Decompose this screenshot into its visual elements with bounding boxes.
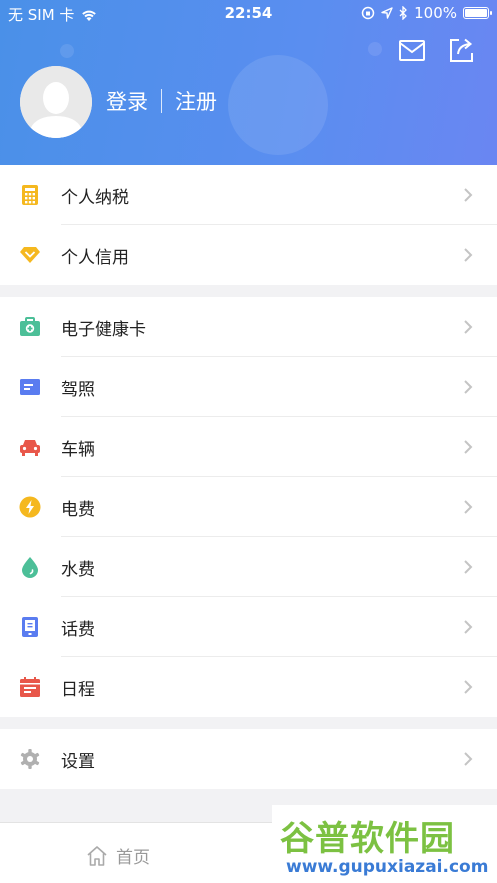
menu-item-settings[interactable]: 设置 [0, 729, 497, 789]
battery-label: 100% [414, 4, 457, 22]
menu-item-phone-bill[interactable]: 话费 [0, 597, 497, 657]
watermark-url: www.gupuxiazai.com [286, 857, 489, 877]
chevron-right-icon [464, 440, 473, 454]
location-arrow-icon [381, 7, 393, 19]
chevron-right-icon [464, 560, 473, 574]
chevron-right-icon [464, 320, 473, 334]
water-drop-icon [22, 557, 38, 578]
menu-item-credit[interactable]: 个人信用 [0, 225, 497, 285]
menu-item-label: 日程 [61, 679, 95, 700]
phone-bill-icon [22, 617, 38, 637]
chevron-right-icon [464, 752, 473, 766]
login-link[interactable]: 登录 [106, 86, 148, 116]
watermark: 谷普软件园 www.gupuxiazai.com [272, 805, 497, 883]
chevron-right-icon [464, 248, 473, 262]
auth-separator [161, 89, 162, 113]
rotation-lock-icon [361, 6, 375, 20]
car-icon [20, 440, 40, 456]
menu-item-label: 水费 [61, 559, 95, 580]
license-card-icon [20, 379, 40, 395]
avatar-silhouette-icon [20, 66, 92, 138]
share-icon[interactable] [447, 36, 475, 64]
menu-item-label: 个人纳税 [61, 187, 129, 208]
menu-item-label: 设置 [61, 751, 95, 772]
decor-dot [368, 42, 382, 56]
medical-kit-icon [20, 317, 40, 336]
menu-item-water[interactable]: 水费 [0, 537, 497, 597]
chevron-right-icon [464, 188, 473, 202]
menu-item-label: 话费 [61, 619, 95, 640]
message-icon[interactable] [398, 36, 426, 64]
status-bar: 无 SIM 卡 22:54 100% [0, 0, 497, 26]
battery-fill [465, 9, 487, 17]
chevron-right-icon [464, 380, 473, 394]
menu-item-label: 车辆 [61, 439, 95, 460]
watermark-title: 谷普软件园 [280, 819, 455, 859]
calculator-icon [22, 185, 38, 205]
gear-icon [20, 749, 40, 769]
menu-item-label: 驾照 [61, 379, 95, 400]
auth-links: 登录 注册 [106, 86, 217, 116]
home-icon [87, 845, 107, 866]
menu-item-license[interactable]: 驾照 [0, 357, 497, 417]
tab-home-label: 首页 [116, 848, 150, 868]
decor-bubble [228, 55, 328, 155]
menu-section-settings: 设置 [0, 729, 497, 789]
decor-dot [60, 44, 74, 58]
chevron-right-icon [464, 500, 473, 514]
battery-icon [463, 7, 492, 19]
avatar[interactable] [20, 66, 92, 138]
menu-item-label: 个人信用 [61, 247, 129, 268]
chevron-right-icon [464, 620, 473, 634]
menu-section-services: 电子健康卡 驾照 车辆 电费 水费 话费 日程 [0, 297, 497, 717]
menu-item-vehicle[interactable]: 车辆 [0, 417, 497, 477]
calendar-icon [20, 677, 40, 697]
menu-section-finance: 个人纳税 个人信用 [0, 165, 497, 285]
chevron-right-icon [464, 680, 473, 694]
menu-item-electricity[interactable]: 电费 [0, 477, 497, 537]
lightning-icon [19, 496, 41, 518]
register-link[interactable]: 注册 [175, 86, 217, 116]
bluetooth-icon [399, 6, 408, 20]
menu-item-schedule[interactable]: 日程 [0, 657, 497, 717]
menu-item-health-card[interactable]: 电子健康卡 [0, 297, 497, 357]
menu-item-label: 电子健康卡 [61, 319, 146, 340]
profile-header: 无 SIM 卡 22:54 100% 登录 注册 [0, 0, 497, 165]
tab-home[interactable]: 首页 [86, 843, 150, 868]
menu-item-tax[interactable]: 个人纳税 [0, 165, 497, 225]
diamond-icon [20, 247, 40, 263]
menu-item-label: 电费 [61, 499, 95, 520]
